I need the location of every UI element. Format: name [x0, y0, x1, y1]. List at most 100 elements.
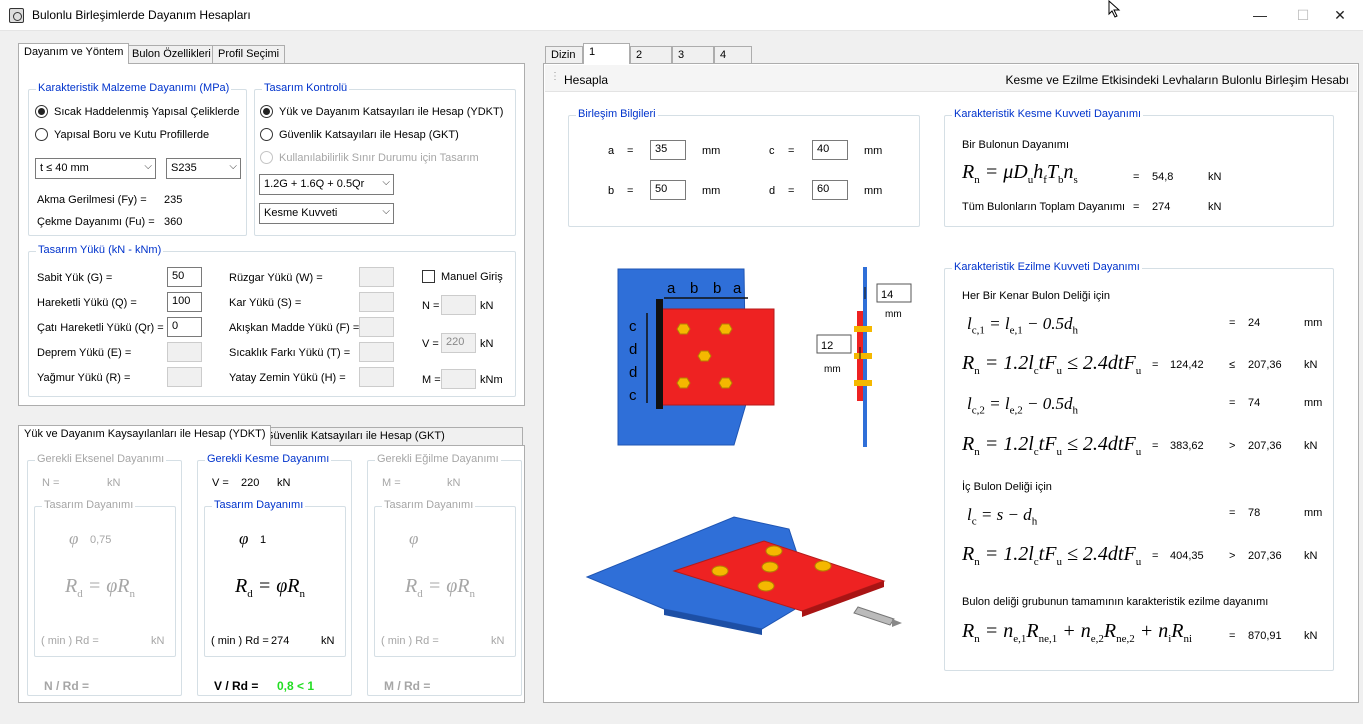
combination-value: 1.2G + 1.6Q + 0.5Qr: [264, 178, 365, 190]
e-input[interactable]: [167, 342, 202, 362]
dim-c2: c: [629, 387, 637, 404]
total-bolt-unit: kN: [1208, 201, 1222, 213]
q-input[interactable]: 100: [167, 292, 202, 312]
axial-ratio-label: N / Rd =: [44, 679, 90, 693]
bolt-tip-icon: [892, 619, 902, 627]
radio-boru[interactable]: [35, 128, 48, 141]
radio-ydkt-label: Yük ve Dayanım Katsayıları ile Hesap (YD…: [279, 106, 504, 118]
rd-r2: R: [457, 575, 470, 597]
r3-compare: >: [1229, 550, 1236, 562]
c-input[interactable]: 40: [812, 140, 848, 160]
radio-ydkt[interactable]: [260, 105, 273, 118]
minimize-button[interactable]: —: [1237, 0, 1283, 30]
w-input[interactable]: [359, 267, 394, 287]
dim-d1: d: [629, 341, 637, 358]
chevron-down-icon: ⌵: [382, 206, 390, 217]
edge-bolt-label: Her Bir Kenar Bulon Deliği için: [962, 290, 1110, 302]
s-label: Kar Yükü (S) =: [229, 297, 302, 309]
hesapla-button[interactable]: Hesapla: [564, 73, 608, 87]
r1-compare: ≤: [1229, 359, 1236, 371]
steel-value: S235: [171, 162, 197, 174]
material-group-label: Karakteristik Malzeme Dayanımı (MPa): [36, 82, 232, 94]
h-input[interactable]: [359, 367, 394, 387]
tab-gkt[interactable]: Güvenlik Katsayıları ile Hesap (GKT): [259, 427, 523, 446]
combination-select[interactable]: 1.2G + 1.6Q + 0.5Qr ⌵: [259, 174, 394, 195]
axial-rd-formula: Rd = φRn: [65, 575, 135, 600]
b-input[interactable]: 50: [650, 180, 686, 200]
total-bolt-label: Tüm Bulonların Toplam Dayanımı: [962, 201, 1126, 213]
steel-select[interactable]: S235 ⌵: [166, 158, 241, 179]
dim2-unit: mm: [824, 364, 841, 375]
shear-design-group: Tasarım Dayanımı φ 1 Rd = φRn ( min ) Rd…: [204, 499, 346, 657]
rd-eq: =: [422, 575, 447, 597]
tab-1[interactable]: 1: [583, 43, 630, 64]
r3-eq: =: [1152, 550, 1159, 562]
d-input[interactable]: 60: [812, 180, 848, 200]
force-select[interactable]: Kesme Kuvveti ⌵: [259, 203, 394, 224]
lc-eq: =: [1229, 507, 1236, 519]
design-group: Tasarım Kontrolü Yük ve Dayanım Katsayıl…: [254, 82, 516, 236]
chevron-down-icon: ⌵: [144, 161, 152, 172]
shear-group: Gerekli Kesme Dayanımı V = 220 kN Tasarı…: [197, 453, 352, 696]
tab-bulon[interactable]: Bulon Özellikleri: [126, 45, 217, 64]
single-bolt-value: 54,8: [1152, 171, 1174, 183]
tab-dayanim[interactable]: Dayanım ve Yöntem: [18, 43, 130, 64]
f-input[interactable]: [359, 317, 394, 337]
h-label: Yatay Zemin Yükü (H) =: [229, 372, 346, 384]
rd-n: n: [469, 588, 476, 600]
axial-design-group: Tasarım Dayanımı φ 0,75 Rd = φRn ( min )…: [34, 499, 176, 657]
lc2-eq: =: [1229, 397, 1236, 409]
app-icon: [9, 8, 24, 23]
r2-unit: kN: [1304, 440, 1318, 452]
a-input[interactable]: 35: [650, 140, 686, 160]
r-input[interactable]: [167, 367, 202, 387]
bolt-icon: [854, 326, 872, 332]
rd-r: R: [405, 575, 418, 597]
dim-b2: b: [713, 280, 721, 297]
v-input[interactable]: 220: [441, 333, 476, 353]
dim2-value: 12: [821, 340, 833, 352]
fu-label: Çekme Dayanımı (Fu) =: [37, 216, 155, 228]
bolt-icon: [854, 380, 872, 386]
bearing-group: Karakteristik Ezilme Kuvveti Dayanımı He…: [944, 261, 1334, 671]
tab-ydkt[interactable]: Yük ve Dayanım Kaysayılanları ile Hesap …: [18, 425, 272, 446]
right-panel: ⋮ Hesapla Kesme ve Ezilme Etkisindeki Le…: [543, 63, 1359, 703]
moment-design-label: Tasarım Dayanımı: [382, 499, 476, 511]
g-input[interactable]: 50: [167, 267, 202, 287]
dim-c1: c: [629, 318, 637, 335]
single-bolt-label: Bir Bulonun Dayanımı: [962, 139, 1069, 151]
a-unit: mm: [702, 145, 721, 157]
radio-kullanilabilirlik-label: Kullanılabilirlik Sınır Durumu için Tasa…: [279, 152, 479, 164]
t-input[interactable]: [359, 342, 394, 362]
manual-checkbox[interactable]: [422, 270, 435, 283]
radio-kullanilabilirlik[interactable]: [260, 151, 273, 164]
shear-strength-label: Karakteristik Kesme Kuvveti Dayanımı: [952, 108, 1144, 120]
group-bearing-label: Bulon deliği grubunun tamamının karakter…: [962, 596, 1269, 608]
radio-gkt[interactable]: [260, 128, 273, 141]
lc-value: 78: [1248, 507, 1261, 519]
n-input[interactable]: [441, 295, 476, 315]
moment-group-label: Gerekli Eğilme Dayanımı: [375, 453, 501, 465]
b-eq: =: [627, 185, 634, 197]
qr-input[interactable]: 0: [167, 317, 202, 337]
axial-phi: φ: [69, 529, 79, 548]
mouse-cursor-icon: [1108, 0, 1121, 18]
beam-edge: [656, 299, 663, 409]
tab-profil[interactable]: Profil Seçimi: [212, 45, 286, 64]
axial-group-label: Gerekli Eksenel Dayanımı: [35, 453, 167, 465]
s-input[interactable]: [359, 292, 394, 312]
moment-group: Gerekli Eğilme Dayanımı M = kN Tasarım D…: [367, 453, 522, 696]
radio-sicak-label: Sıcak Haddelenmiş Yapısal Çeliklerde: [54, 106, 240, 118]
thickness-value: t ≤ 40 mm: [40, 162, 89, 174]
dim1-unit: mm: [885, 309, 902, 320]
radio-sicak[interactable]: [35, 105, 48, 118]
r1-value: 124,42: [1170, 359, 1204, 371]
c-unit: mm: [864, 145, 883, 157]
thickness-select[interactable]: t ≤ 40 mm ⌵: [35, 158, 156, 179]
axial-rd-label: ( min ) Rd =: [41, 635, 99, 647]
lc1-value: 24: [1248, 317, 1261, 329]
material-group: Karakteristik Malzeme Dayanımı (MPa) Sıc…: [28, 82, 247, 236]
m-input[interactable]: [441, 369, 476, 389]
close-button[interactable]: ✕: [1317, 0, 1363, 30]
bolt-icon: [676, 377, 691, 389]
